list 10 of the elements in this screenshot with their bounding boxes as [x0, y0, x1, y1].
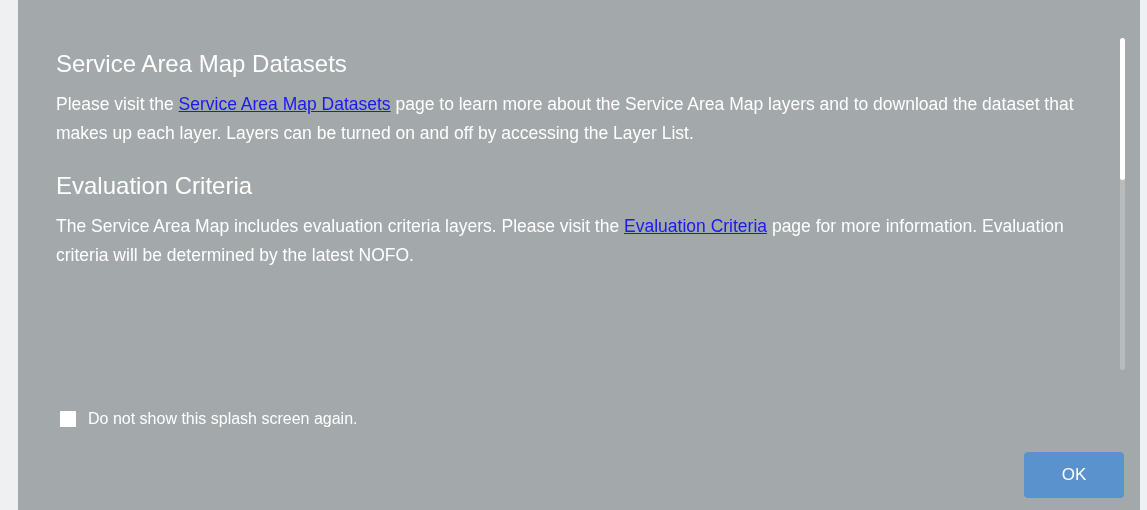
ok-button[interactable]: OK [1024, 452, 1124, 498]
scrollbar[interactable] [1120, 38, 1125, 370]
dataset-link[interactable]: Evaluation Criteria [624, 216, 768, 236]
section-heading: Service Area Map Datasets [56, 50, 348, 78]
section-paragraph: The Service Area Map includes evaluation criteria layers. Please visit the Evaluation Criteria page for more information. Evaluation criteria will be determined by the latest NOFO. [56, 215, 1065, 267]
section-paragraph: Please visit the Service Area Map Datasets page to learn more about the Service Area Map layers and to download the dataset that makes up each layer. Layers can be turned on and off by accessing the Layer List. [56, 93, 1075, 145]
dataset-link[interactable]: Service Area Map Datasets [178, 94, 391, 114]
checkbox[interactable] [60, 411, 76, 427]
section-heading: Evaluation Criteria [56, 172, 254, 200]
checkbox-label: Do not show this splash screen again. [88, 410, 358, 428]
